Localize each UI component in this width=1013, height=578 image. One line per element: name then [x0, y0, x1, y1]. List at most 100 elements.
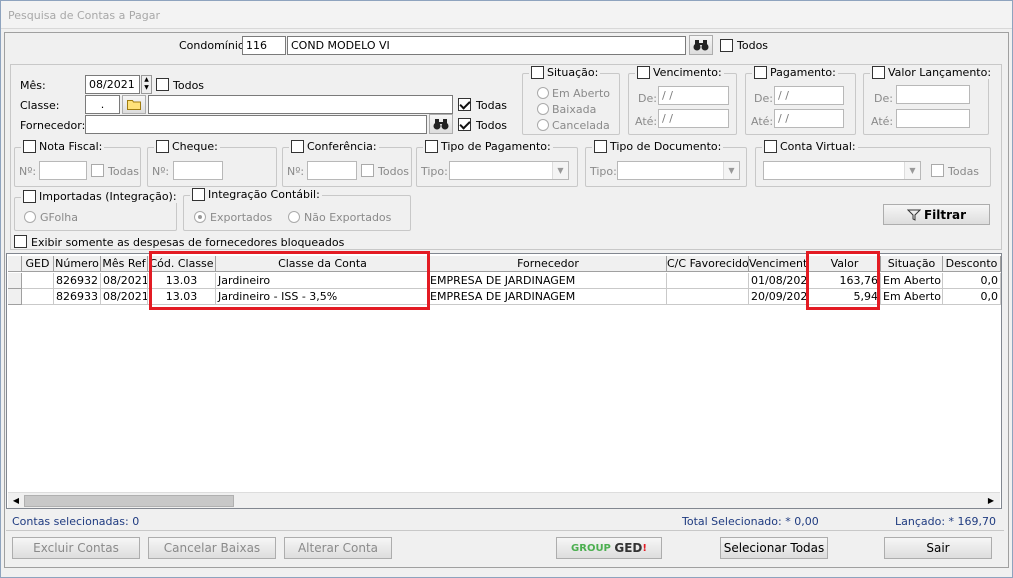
col-vencimento[interactable]: Vencimento: [749, 256, 809, 272]
integracao-checkbox[interactable]: [192, 188, 205, 201]
nota-fiscal-input[interactable]: [39, 161, 87, 180]
cell-desconto[interactable]: 0,0: [943, 289, 1001, 305]
condominio-name-input[interactable]: COND MODELO VI: [287, 36, 686, 55]
tipo-pagamento-combo[interactable]: ▼: [449, 161, 569, 180]
pagamento-ate-input[interactable]: / /: [774, 109, 844, 128]
cell-situacao[interactable]: Em Aberto: [881, 289, 943, 305]
horizontal-scrollbar[interactable]: ◀ ▶: [8, 492, 1000, 508]
pagamento-checkbox[interactable]: [754, 66, 767, 79]
cheque-input[interactable]: [173, 161, 223, 180]
cell-ged[interactable]: [22, 273, 54, 289]
fornecedor-todos-label: Todos: [476, 119, 508, 132]
vencimento-ate-input[interactable]: / /: [658, 109, 729, 128]
conferencia-input[interactable]: [307, 161, 357, 180]
cell-cod-classe[interactable]: 13.03: [148, 289, 216, 305]
col-situacao[interactable]: Situação: [881, 256, 943, 272]
scrollbar-thumb[interactable]: [24, 495, 234, 507]
conta-virtual-combo[interactable]: ▼: [763, 161, 921, 180]
window-title: Pesquisa de Contas a Pagar: [8, 9, 160, 22]
row-selector[interactable]: [8, 289, 22, 305]
col-cod-classe[interactable]: Cód. Classe: [148, 256, 216, 272]
situacao-baixada-radio[interactable]: [537, 103, 549, 115]
cell-desconto[interactable]: 0,0: [943, 273, 1001, 289]
cell-situacao[interactable]: Em Aberto: [881, 273, 943, 289]
binoculars-icon[interactable]: [689, 35, 713, 55]
conferencia-todos-checkbox[interactable]: [361, 164, 374, 177]
nota-fiscal-todas-checkbox[interactable]: [91, 164, 104, 177]
valor-checkbox[interactable]: [872, 66, 885, 79]
pagamento-de-input[interactable]: / /: [774, 86, 844, 105]
situacao-cancelada-radio[interactable]: [537, 119, 549, 131]
mes-input[interactable]: 08/2021: [85, 75, 140, 94]
cell-numero[interactable]: 826932: [54, 273, 101, 289]
sair-button[interactable]: Sair: [884, 537, 992, 559]
classe-todas-checkbox[interactable]: [458, 98, 471, 111]
situacao-em-aberto-radio[interactable]: [537, 87, 549, 99]
cell-valor[interactable]: 163,76: [809, 273, 881, 289]
cell-mes-ref[interactable]: 08/2021: [101, 273, 148, 289]
cell-valor[interactable]: 5,94: [809, 289, 881, 305]
condominio-todos-checkbox[interactable]: [720, 39, 733, 52]
col-ged[interactable]: GED: [22, 256, 54, 272]
excluir-contas-button[interactable]: Excluir Contas: [12, 537, 140, 559]
folder-icon[interactable]: [122, 95, 146, 114]
cheque-checkbox[interactable]: [156, 140, 169, 153]
col-fornecedor[interactable]: Fornecedor: [430, 256, 667, 272]
group-ged-button[interactable]: GROUP GED!: [556, 537, 662, 559]
tipo-documento-combo[interactable]: ▼: [617, 161, 740, 180]
situacao-checkbox[interactable]: [531, 66, 544, 79]
cell-classe-conta[interactable]: Jardineiro: [216, 273, 430, 289]
cell-ged[interactable]: [22, 289, 54, 305]
cell-numero[interactable]: 826933: [54, 289, 101, 305]
vencimento-checkbox[interactable]: [637, 66, 650, 79]
condominio-code-input[interactable]: 116: [242, 36, 286, 55]
scroll-right-icon[interactable]: ▶: [985, 495, 997, 507]
vencimento-de-input[interactable]: / /: [658, 86, 729, 105]
fornecedor-todos-checkbox[interactable]: [458, 118, 471, 131]
gfolha-radio[interactable]: [24, 211, 36, 223]
binoculars-icon[interactable]: [429, 114, 453, 134]
cancelar-baixas-button[interactable]: Cancelar Baixas: [148, 537, 276, 559]
nota-fiscal-checkbox[interactable]: [23, 140, 36, 153]
row-selector[interactable]: [8, 273, 22, 289]
cell-fornecedor[interactable]: EMPRESA DE JARDINAGEM: [430, 289, 667, 305]
alterar-conta-button[interactable]: Alterar Conta: [284, 537, 392, 559]
col-desconto[interactable]: Desconto: [943, 256, 1001, 272]
classe-code-input[interactable]: .: [85, 95, 120, 114]
bloqueados-checkbox[interactable]: [14, 235, 27, 248]
conferencia-checkbox[interactable]: [291, 140, 304, 153]
filtrar-button[interactable]: Filtrar: [883, 204, 990, 225]
cell-mes-ref[interactable]: 08/2021: [101, 289, 148, 305]
exportados-radio[interactable]: [194, 211, 206, 223]
chevron-down-icon[interactable]: ▼: [552, 162, 568, 179]
importadas-checkbox[interactable]: [23, 190, 36, 203]
tipo-documento-checkbox[interactable]: [594, 140, 607, 153]
tipo-pagamento-checkbox[interactable]: [425, 140, 438, 153]
valor-ate-input[interactable]: [896, 109, 970, 128]
scroll-left-icon[interactable]: ◀: [10, 495, 22, 507]
col-cc-favorecido[interactable]: C/C Favorecido: [667, 256, 749, 272]
cell-cc-favorecido[interactable]: [667, 289, 749, 305]
selecionar-todas-button[interactable]: Selecionar Todas: [720, 537, 828, 559]
cell-cod-classe[interactable]: 13.03: [148, 273, 216, 289]
mes-spinner[interactable]: ▲ ▼: [141, 75, 152, 94]
col-mes-ref[interactable]: Mês Ref: [101, 256, 148, 272]
conta-virtual-todas-checkbox[interactable]: [931, 164, 944, 177]
col-numero[interactable]: Número: [54, 256, 101, 272]
classe-name-input[interactable]: [148, 95, 453, 114]
nao-exportados-radio[interactable]: [288, 211, 300, 223]
cell-vencimento[interactable]: 20/09/2021: [749, 289, 809, 305]
cell-vencimento[interactable]: 01/08/2021: [749, 273, 809, 289]
valor-de-input[interactable]: [896, 85, 970, 104]
cell-classe-conta[interactable]: Jardineiro - ISS - 3,5%: [216, 289, 430, 305]
fornecedor-input[interactable]: [85, 115, 427, 134]
chevron-down-icon[interactable]: ▼: [904, 162, 920, 179]
cell-cc-favorecido[interactable]: [667, 273, 749, 289]
chevron-down-icon[interactable]: ▼: [723, 162, 739, 179]
col-classe-conta[interactable]: Classe da Conta: [216, 256, 430, 272]
conta-virtual-checkbox[interactable]: [764, 140, 777, 153]
mes-todos-checkbox[interactable]: [156, 78, 169, 91]
col-valor[interactable]: Valor: [809, 256, 881, 272]
mes-todos-label: Todos: [173, 79, 205, 92]
cell-fornecedor[interactable]: EMPRESA DE JARDINAGEM: [430, 273, 667, 289]
